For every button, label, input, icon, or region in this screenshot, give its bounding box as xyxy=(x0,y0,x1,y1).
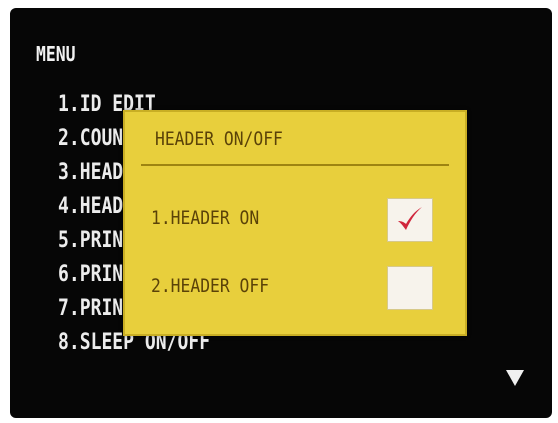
option-header-on[interactable]: 1.HEADER ON xyxy=(125,198,465,242)
option-label: 2.HEADER OFF xyxy=(151,275,270,297)
triangle-down-icon[interactable] xyxy=(506,370,524,386)
header-on-checkbox[interactable] xyxy=(387,198,433,242)
checkmark-icon xyxy=(398,207,422,230)
option-header-off[interactable]: 2.HEADER OFF xyxy=(125,266,465,310)
dialog-divider xyxy=(141,164,449,166)
header-on-off-dialog: HEADER ON/OFF 1.HEADER ON 2.HEADER OFF xyxy=(123,110,467,336)
header-off-checkbox[interactable] xyxy=(387,266,433,310)
option-label: 1.HEADER ON xyxy=(151,207,260,229)
device-screen: MENU 1.ID EDIT 2.COUNT 3.HEADER 4.HEADER… xyxy=(10,8,552,418)
menu-title: MENU xyxy=(36,42,76,66)
dialog-title: HEADER ON/OFF xyxy=(155,128,283,150)
